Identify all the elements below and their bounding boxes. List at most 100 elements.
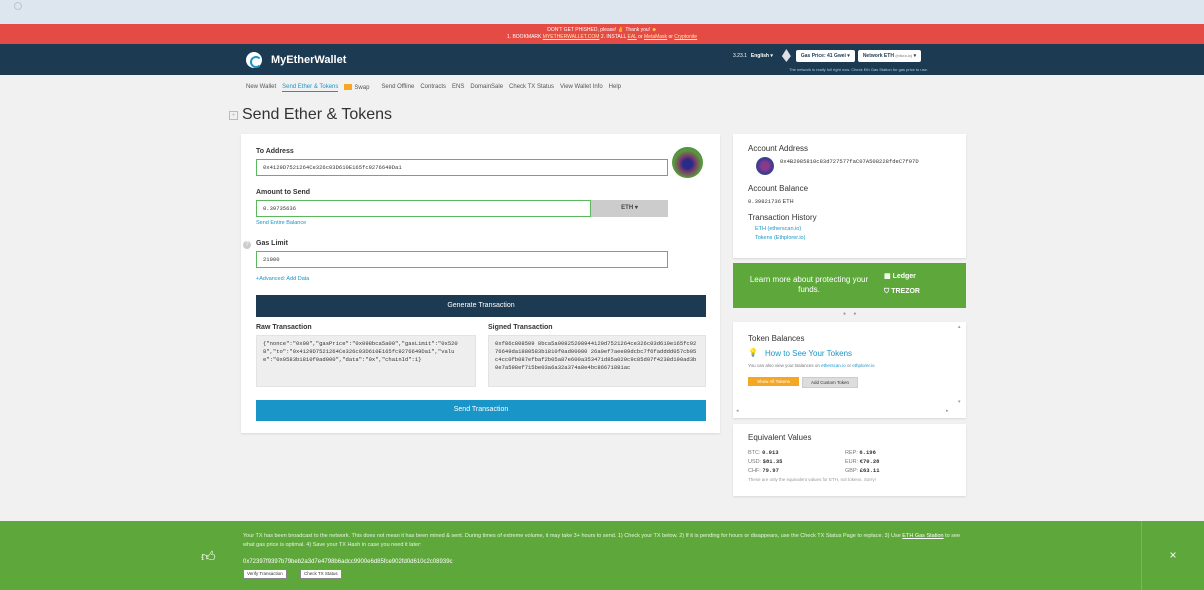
warning-line1: DON'T GET PHISHED, please! [547, 27, 617, 33]
scroll-right-icon[interactable]: ▸ [946, 408, 949, 414]
nav-swap[interactable]: Swap [344, 84, 375, 92]
to-address-label: To Address [256, 148, 294, 155]
ev-value: 6.196 [859, 449, 876, 456]
balance-unit: ETH [782, 199, 794, 205]
browser-top-bar [0, 0, 1204, 24]
eth-gas-station-link[interactable]: ETH Gas Station [902, 533, 943, 539]
verify-transaction-button[interactable]: Verify Transaction [243, 569, 287, 579]
network-provider: (infura.io) [895, 52, 913, 58]
scroll-down-icon[interactable]: ▾ [958, 399, 961, 405]
page-title-wrap: + Send Ether & Tokens [229, 106, 392, 124]
send-transaction-button[interactable]: Send Transaction [256, 400, 706, 421]
account-address: 0x4B2985810c83d727577faC07A508228fdeC7f9… [780, 158, 919, 165]
help-icon[interactable]: ? [243, 241, 251, 249]
nav-swap-label: Swap [354, 84, 370, 91]
ev-label: USD: [748, 459, 762, 465]
tx-hash: 0x72397f9397b79beb2a3d7e4798b6adcc9900e6… [243, 559, 453, 565]
page-corner-icon [14, 2, 22, 10]
language-label: English [750, 52, 769, 59]
mew-logo-icon [246, 52, 262, 68]
nav-contracts[interactable]: Contracts [420, 84, 446, 92]
phishing-warning-banner: DON'T GET PHISHED, please! ✌ Thank you! … [0, 24, 1204, 44]
nav-send-offline[interactable]: Send Offline [381, 84, 414, 92]
nav-check-tx-status[interactable]: Check TX Status [509, 84, 554, 92]
to-address-identicon [672, 147, 703, 178]
warning-bookmark-text: 1. BOOKMARK [506, 34, 542, 40]
account-balance: 0.39821736 ETH [748, 198, 794, 205]
header-controls: 3.23.1 English ▾ Gas Price: 41 Gwei ▾ Ne… [733, 49, 924, 62]
lightbulb-icon: 💡 [748, 348, 758, 357]
ledger-logo: ▦ Ledger [884, 273, 916, 280]
expand-icon[interactable]: + [229, 110, 238, 120]
thumbs-icon: ✌ [617, 27, 625, 33]
trezor-label: TREZOR [891, 288, 920, 295]
warning-install-text: 2. INSTALL [600, 34, 627, 40]
etherscan-link[interactable]: etherscan.io [821, 363, 846, 368]
account-info-card: Account Address 0x4B2985810c83d727577faC… [733, 134, 966, 258]
ledger-label: Ledger [892, 273, 916, 280]
gas-limit-input[interactable]: 21000 [256, 251, 668, 268]
network-dropdown[interactable]: Network ETH (infura.io) ▾ [857, 49, 922, 62]
advanced-add-data-link[interactable]: +Advanced: Add Data [256, 276, 309, 282]
site-header: MyEtherWallet 3.23.1 English ▾ Gas Price… [0, 44, 1204, 75]
trezor-logo: ⛉ TREZOR [884, 288, 920, 295]
generate-transaction-button[interactable]: Generate Transaction [256, 295, 706, 317]
nav-view-wallet-info[interactable]: View Wallet Info [560, 84, 603, 92]
metamask-link[interactable]: MetaMask [644, 34, 667, 40]
raw-transaction-textarea[interactable]: {"nonce":"0x00","gasPrice":"0x098bca5a00… [256, 335, 476, 387]
account-identicon [756, 157, 774, 175]
hardware-wallet-ad[interactable]: Learn more about protecting your funds. … [733, 263, 966, 308]
nav-ens[interactable]: ENS [452, 84, 464, 92]
ev-label: REP: [845, 450, 858, 456]
ad-text: Learn more about protecting your funds. [749, 275, 869, 294]
nav-domainsale[interactable]: DomainSale [470, 84, 503, 92]
send-entire-balance-link[interactable]: Send Entire Balance [256, 220, 306, 226]
toast-message: Your TX has been broadcast to the networ… [243, 532, 963, 550]
ev-value: €70.28 [859, 458, 880, 465]
account-address-label: Account Address [748, 144, 809, 153]
bookmark-link[interactable]: MYETHERWALLET.COM [543, 34, 600, 40]
gas-price-dropdown[interactable]: Gas Price: 41 Gwei ▾ [795, 49, 855, 62]
ev-row: BTC: 0.013 REP: 6.196 [748, 449, 963, 458]
ev-row: CHF: 79.97 GBP: £63.11 [748, 467, 963, 476]
scroll-left-icon[interactable]: ◂ [736, 408, 739, 414]
equivalent-values-title: Equivalent Values [748, 433, 812, 442]
equivalent-values-note: These are only the equivalent values for… [748, 477, 876, 482]
add-custom-token-button[interactable]: Add Custom Token [802, 377, 858, 388]
nav-help[interactable]: Help [609, 84, 621, 92]
signed-transaction-textarea[interactable]: 0xf86c808509 8bca5a00825208944129d752126… [488, 335, 706, 387]
close-icon[interactable]: × [1141, 521, 1204, 590]
nav-new-wallet[interactable]: New Wallet [246, 84, 276, 92]
brand-name: MyEtherWallet [271, 54, 347, 66]
token-balances-card: Token Balances 💡 How to See Your Tokens … [733, 322, 966, 418]
currency-label: ETH [621, 205, 634, 211]
carousel-dots[interactable]: ● ● [843, 311, 859, 317]
ethplorer-link[interactable]: ethplorer.io [852, 363, 874, 368]
token-note-text: You can also view your Balances on [748, 363, 820, 368]
network-label: Network ETH [862, 52, 894, 59]
nav-send-ether-tokens[interactable]: Send Ether & Tokens [282, 84, 339, 92]
amount-input[interactable]: 0.39735636 [256, 200, 591, 217]
to-address-input[interactable]: 0x4129D7521264Ce326c03D610E165fc9276649D… [256, 159, 668, 176]
equivalent-values-grid: BTC: 0.013 REP: 6.196 USD: $81.35 EUR: €… [748, 449, 963, 482]
eal-link[interactable]: EAL [628, 34, 637, 40]
ev-value: $81.35 [762, 458, 783, 465]
show-all-tokens-button[interactable]: Show All Tokens [748, 377, 799, 386]
how-to-see-tokens-link[interactable]: How to See Your Tokens [765, 349, 852, 358]
ev-label: CHF: [748, 468, 761, 474]
language-selector[interactable]: English ▾ [751, 53, 773, 59]
broadcast-success-toast: 👍︎ Your TX has been broadcast to the net… [0, 521, 1204, 590]
currency-dropdown[interactable]: ETH ▾ [591, 200, 668, 217]
history-tokens-link[interactable]: Tokens (Ethplorer.io) [755, 235, 805, 241]
scroll-up-icon[interactable]: ▴ [958, 324, 961, 330]
warning-thanks: Thank you! [625, 27, 651, 33]
ev-value: £63.11 [859, 467, 880, 474]
check-tx-status-button[interactable]: Check TX Status [300, 569, 342, 579]
smile-icon: ☻ [651, 27, 657, 33]
cryptonite-link[interactable]: Cryptonite [674, 34, 697, 40]
send-form-card: To Address 0x4129D7521264Ce326c03D610E16… [241, 134, 720, 433]
brand-logo[interactable]: MyEtherWallet [246, 52, 346, 68]
gas-limit-label: Gas Limit [256, 240, 288, 247]
history-eth-link[interactable]: ETH (etherscan.io) [755, 226, 801, 232]
ethereum-icon [781, 49, 791, 62]
